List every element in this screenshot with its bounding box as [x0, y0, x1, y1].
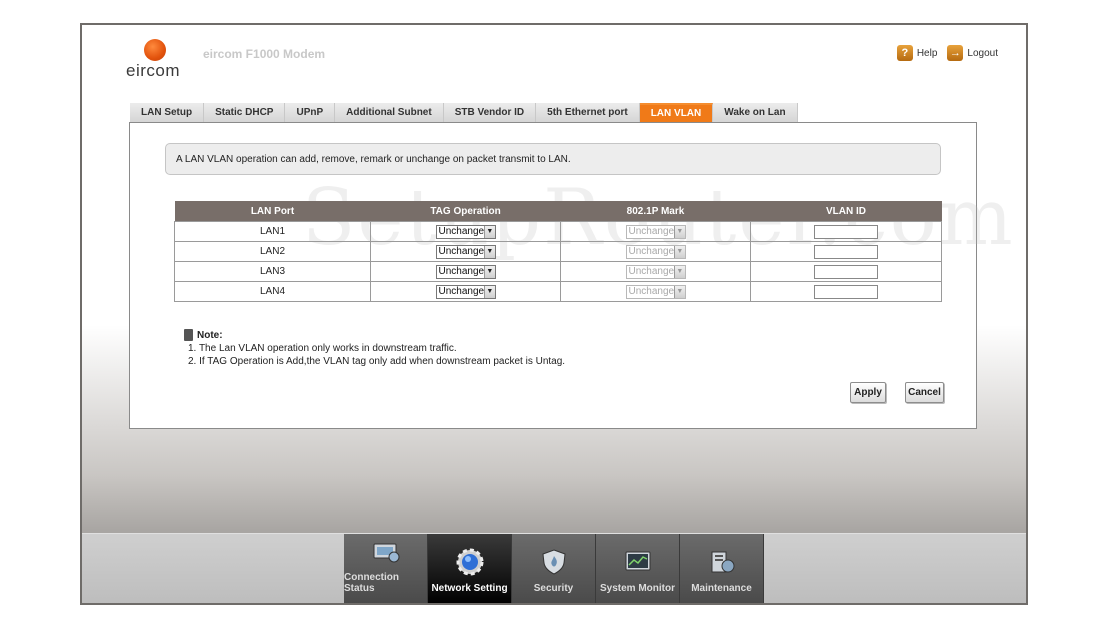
- router-frame: eircom eircom F1000 Modem ? Help → Logou…: [80, 23, 1028, 605]
- mark-select: Unchange ▼: [625, 224, 686, 239]
- nav-label: Connection Status: [344, 572, 399, 594]
- col-8021p-mark: 802.1P Mark: [560, 201, 751, 222]
- content-panel: SetupRouter.com A LAN VLAN operation can…: [129, 122, 1013, 429]
- nav-system-monitor[interactable]: System Monitor: [596, 534, 680, 603]
- tab-wake-on-lan[interactable]: Wake on Lan: [713, 103, 798, 123]
- tag-operation-value: Unchange: [438, 226, 485, 237]
- bottom-bar: Connection Status Network Setting Securi…: [82, 533, 1026, 603]
- tab-lan-vlan[interactable]: LAN VLAN: [639, 103, 714, 123]
- security-shield-icon: [541, 549, 566, 575]
- table-row: LAN3 Unchange ▼ Unchange ▼: [174, 261, 942, 282]
- vlan-id-input[interactable]: [814, 284, 878, 299]
- logout-icon: →: [947, 45, 964, 61]
- tag-operation-value: Unchange: [438, 246, 485, 257]
- main-nav: Connection Status Network Setting Securi…: [344, 534, 764, 603]
- tag-operation-value: Unchange: [438, 266, 485, 277]
- mark-value: Unchange: [628, 286, 675, 297]
- chevron-down-icon: ▼: [674, 245, 685, 258]
- sub-tabs: LAN Setup Static DHCP UPnP Additional Su…: [130, 103, 798, 123]
- nav-label: Security: [533, 583, 574, 594]
- table-row: LAN2 Unchange ▼ Unchange ▼: [174, 241, 942, 262]
- vlan-id-input[interactable]: [814, 224, 878, 239]
- tab-5th-ethernet-port[interactable]: 5th Ethernet port: [536, 103, 640, 123]
- nav-label: Maintenance: [691, 583, 752, 594]
- lan-port-cell: LAN4: [174, 281, 371, 302]
- tab-static-dhcp[interactable]: Static DHCP: [204, 103, 286, 123]
- nav-security[interactable]: Security: [512, 534, 596, 603]
- table-row: LAN1 Unchange ▼ Unchange ▼: [174, 221, 942, 242]
- chevron-down-icon: ▼: [484, 285, 495, 298]
- chevron-down-icon: ▼: [484, 245, 495, 258]
- table-row: LAN4 Unchange ▼ Unchange ▼: [174, 281, 942, 302]
- info-box: A LAN VLAN operation can add, remove, re…: [165, 143, 941, 175]
- mark-value: Unchange: [628, 266, 675, 277]
- tab-additional-subnet[interactable]: Additional Subnet: [335, 103, 444, 123]
- system-monitor-icon: [625, 551, 650, 571]
- model-title: eircom F1000 Modem: [203, 47, 326, 61]
- tab-stb-vendor-id[interactable]: STB Vendor ID: [443, 103, 537, 123]
- mark-select: Unchange ▼: [625, 264, 686, 279]
- mark-select: Unchange ▼: [625, 244, 686, 259]
- chevron-down-icon: ▼: [484, 265, 495, 278]
- logout-link[interactable]: → Logout: [947, 45, 998, 61]
- mark-value: Unchange: [628, 226, 675, 237]
- top-links: ? Help → Logout: [896, 45, 998, 61]
- apply-button[interactable]: Apply: [850, 382, 886, 403]
- chevron-down-icon: ▼: [674, 285, 685, 298]
- note-line-1: 1. The Lan VLAN operation only works in …: [188, 343, 457, 354]
- vlan-table: LAN Port TAG Operation 802.1P Mark VLAN …: [174, 201, 942, 302]
- note-title: Note:: [197, 329, 223, 341]
- col-vlan-id: VLAN ID: [750, 201, 942, 222]
- tag-operation-select[interactable]: Unchange ▼: [435, 264, 496, 279]
- chevron-down-icon: ▼: [674, 225, 685, 238]
- note-line-2: 2. If TAG Operation is Add,the VLAN tag …: [188, 356, 566, 367]
- mark-value: Unchange: [628, 246, 675, 257]
- chevron-down-icon: ▼: [674, 265, 685, 278]
- col-tag-operation: TAG Operation: [370, 201, 561, 222]
- lan-port-cell: LAN1: [174, 221, 371, 242]
- tag-operation-select[interactable]: Unchange ▼: [435, 224, 496, 239]
- tab-upnp[interactable]: UPnP: [285, 103, 336, 123]
- help-icon: ?: [896, 45, 913, 61]
- mark-select: Unchange ▼: [625, 284, 686, 299]
- nav-connection-status[interactable]: Connection Status: [344, 534, 428, 603]
- tab-lan-setup[interactable]: LAN Setup: [130, 103, 205, 123]
- vlan-id-input[interactable]: [814, 264, 878, 279]
- tag-operation-select[interactable]: Unchange ▼: [435, 244, 496, 259]
- nav-label: Network Setting: [431, 583, 508, 594]
- vlan-id-input[interactable]: [814, 244, 878, 259]
- nav-maintenance[interactable]: Maintenance: [680, 534, 764, 603]
- logout-label: Logout: [967, 47, 998, 59]
- help-link[interactable]: ? Help: [896, 45, 938, 61]
- network-setting-icon: [456, 548, 483, 576]
- nav-network-setting[interactable]: Network Setting: [428, 534, 512, 603]
- note-section: Note: 1. The Lan VLAN operation only wor…: [184, 329, 565, 367]
- tag-operation-value: Unchange: [438, 286, 485, 297]
- lan-port-cell: LAN2: [174, 241, 371, 262]
- help-label: Help: [916, 47, 938, 59]
- chevron-down-icon: ▼: [484, 225, 495, 238]
- lan-port-cell: LAN3: [174, 261, 371, 282]
- col-lan-port: LAN Port: [174, 201, 371, 222]
- maintenance-icon: [711, 551, 734, 573]
- logo-ball-icon: [144, 39, 166, 61]
- table-header-row: LAN Port TAG Operation 802.1P Mark VLAN …: [174, 201, 942, 222]
- note-document-icon: [184, 329, 193, 341]
- cancel-button[interactable]: Cancel: [905, 382, 944, 403]
- connection-status-icon: [373, 543, 399, 563]
- tag-operation-select[interactable]: Unchange ▼: [435, 284, 496, 299]
- logo-text: eircom: [126, 61, 181, 80]
- nav-label: System Monitor: [599, 583, 675, 594]
- eircom-logo: eircom: [126, 39, 186, 81]
